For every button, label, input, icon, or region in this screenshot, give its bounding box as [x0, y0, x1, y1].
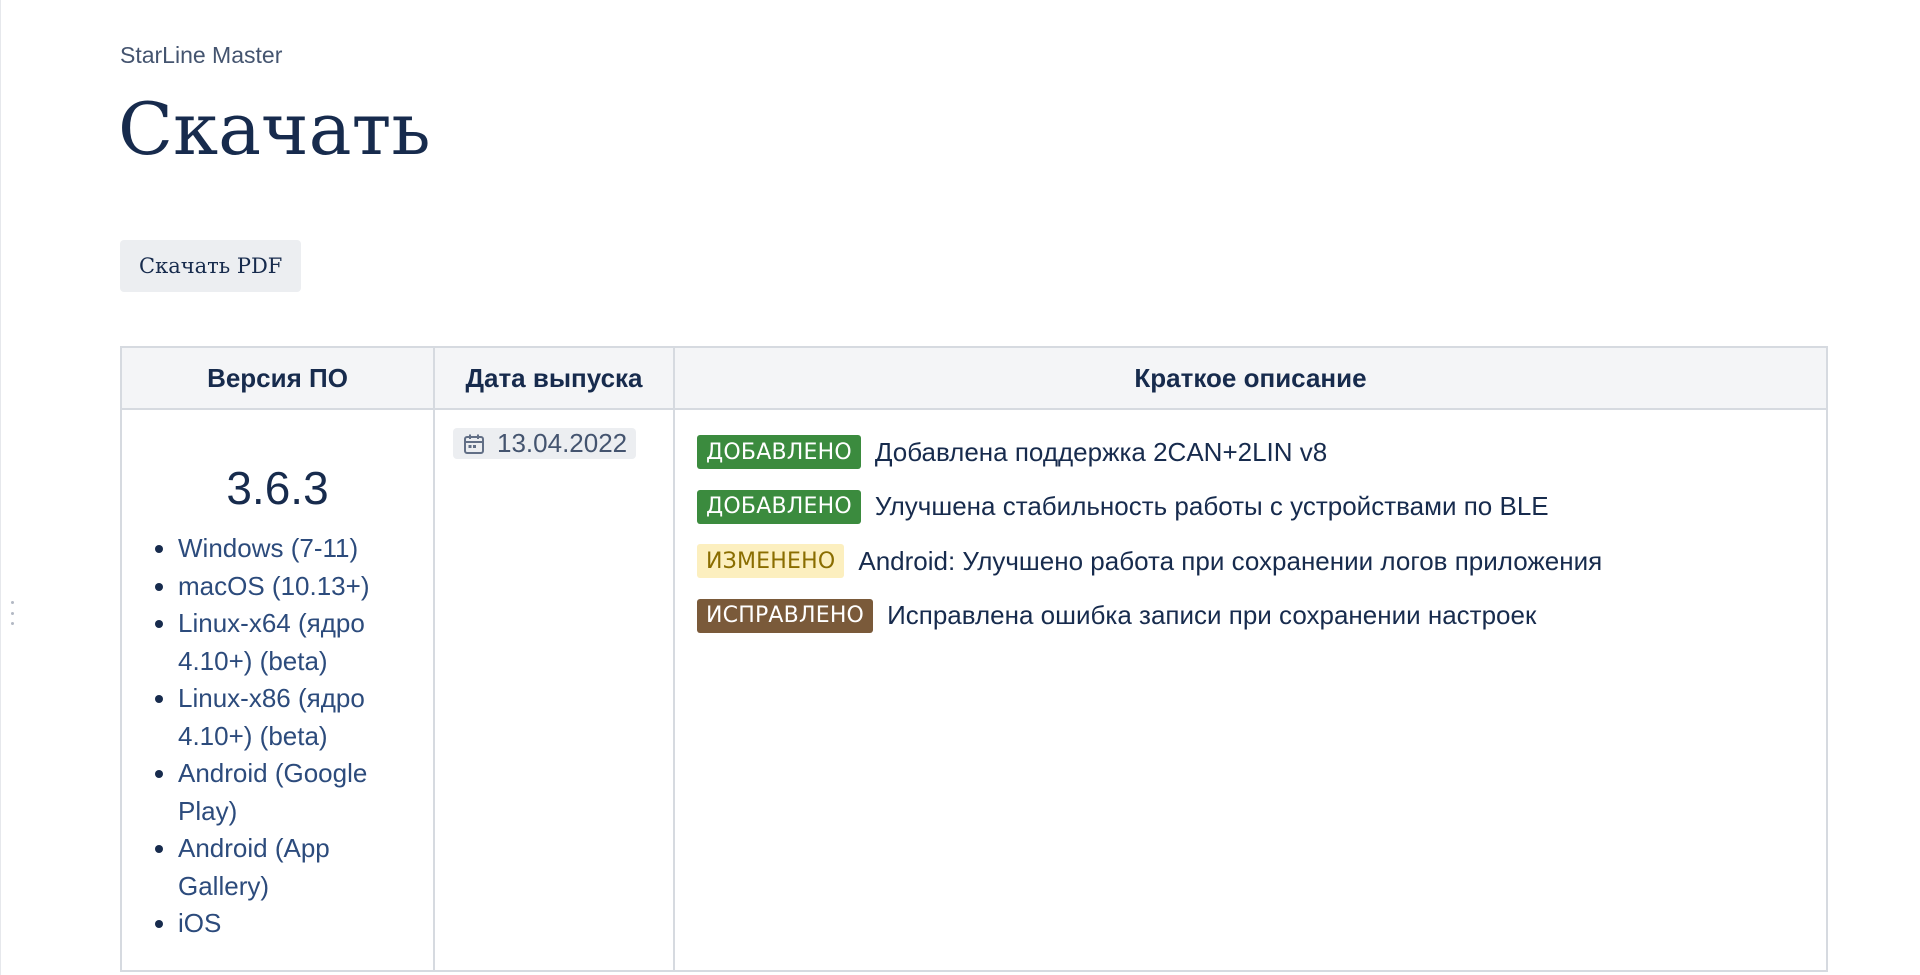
platform-link-linux-x64[interactable]: Linux-x64 (ядро 4.10+) (beta) — [178, 608, 365, 676]
header-version: Версия ПО — [120, 346, 435, 410]
change-item: ДОБАВЛЕНО Улучшена стабильность работы с… — [697, 480, 1826, 535]
list-item: Linux-x64 (ядро 4.10+) (beta) — [178, 605, 433, 680]
download-pdf-button[interactable]: Скачать PDF — [120, 240, 302, 292]
change-list: ДОБАВЛЕНО Добавлена поддержка 2CAN+2LIN … — [675, 410, 1826, 643]
status-badge: ДОБАВЛЕНО — [697, 489, 861, 524]
list-item: macOS (10.13+) — [178, 568, 433, 606]
change-item: ИСПРАВЛЕНО Исправлена ошибка записи при … — [697, 589, 1826, 644]
version-cell: 3.6.3 Windows (7-11) macOS (10.13+) Linu… — [120, 408, 435, 972]
platform-link-macos[interactable]: macOS (10.13+) — [178, 571, 369, 601]
breadcrumb-link[interactable]: StarLine Master — [120, 42, 282, 69]
platform-list: Windows (7-11) macOS (10.13+) Linux-x64 … — [122, 530, 433, 943]
platform-link-android-app-gallery[interactable]: Android (App Gallery) — [178, 833, 330, 901]
platform-link-android-google-play[interactable]: Android (Google Play) — [178, 758, 367, 826]
page-title: Скачать — [118, 87, 431, 171]
date-cell: 13.04.2022 — [433, 408, 675, 972]
header-date: Дата выпуска — [433, 346, 675, 410]
header-description: Краткое описание — [673, 346, 1828, 410]
change-text: Исправлена ошибка записи при сохранении … — [887, 600, 1537, 631]
change-item: ДОБАВЛЕНО Добавлена поддержка 2CAN+2LIN … — [697, 425, 1826, 480]
page: StarLine Master Скачать Скачать PDF Верс… — [0, 0, 1920, 975]
table-row: 3.6.3 Windows (7-11) macOS (10.13+) Linu… — [120, 408, 1828, 972]
platform-link-ios[interactable]: iOS — [178, 908, 221, 938]
release-date: 13.04.2022 — [497, 428, 628, 458]
status-badge: ИСПРАВЛЕНО — [697, 598, 874, 633]
drag-handle-icon[interactable] — [10, 601, 14, 625]
sidebar-edge — [0, 0, 1, 975]
platform-link-windows[interactable]: Windows (7-11) — [178, 533, 358, 563]
date-lozenge[interactable]: 13.04.2022 — [453, 428, 637, 459]
release-table: Версия ПО Дата выпуска Краткое описание … — [120, 346, 1828, 972]
list-item: Android (Google Play) — [178, 755, 433, 830]
status-badge: ДОБАВЛЕНО — [697, 435, 861, 470]
change-text: Улучшена стабильность работы с устройств… — [874, 491, 1549, 522]
list-item: Windows (7-11) — [178, 530, 433, 568]
description-cell: ДОБАВЛЕНО Добавлена поддержка 2CAN+2LIN … — [673, 408, 1828, 972]
list-item: iOS — [178, 905, 433, 943]
list-item: Linux-x86 (ядро 4.10+) (beta) — [178, 680, 433, 755]
calendar-icon — [464, 434, 484, 454]
version-number: 3.6.3 — [226, 462, 329, 514]
change-item: ИЗМЕНЕНО Android: Улучшено работа при со… — [697, 534, 1826, 589]
status-badge: ИЗМЕНЕНО — [697, 544, 845, 579]
list-item: Android (App Gallery) — [178, 830, 433, 905]
change-text: Добавлена поддержка 2CAN+2LIN v8 — [874, 436, 1328, 467]
platform-link-linux-x86[interactable]: Linux-x86 (ядро 4.10+) (beta) — [178, 683, 365, 751]
table-header-row: Версия ПО Дата выпуска Краткое описание — [120, 346, 1828, 410]
change-text: Android: Улучшено работа при сохранении … — [858, 545, 1603, 576]
